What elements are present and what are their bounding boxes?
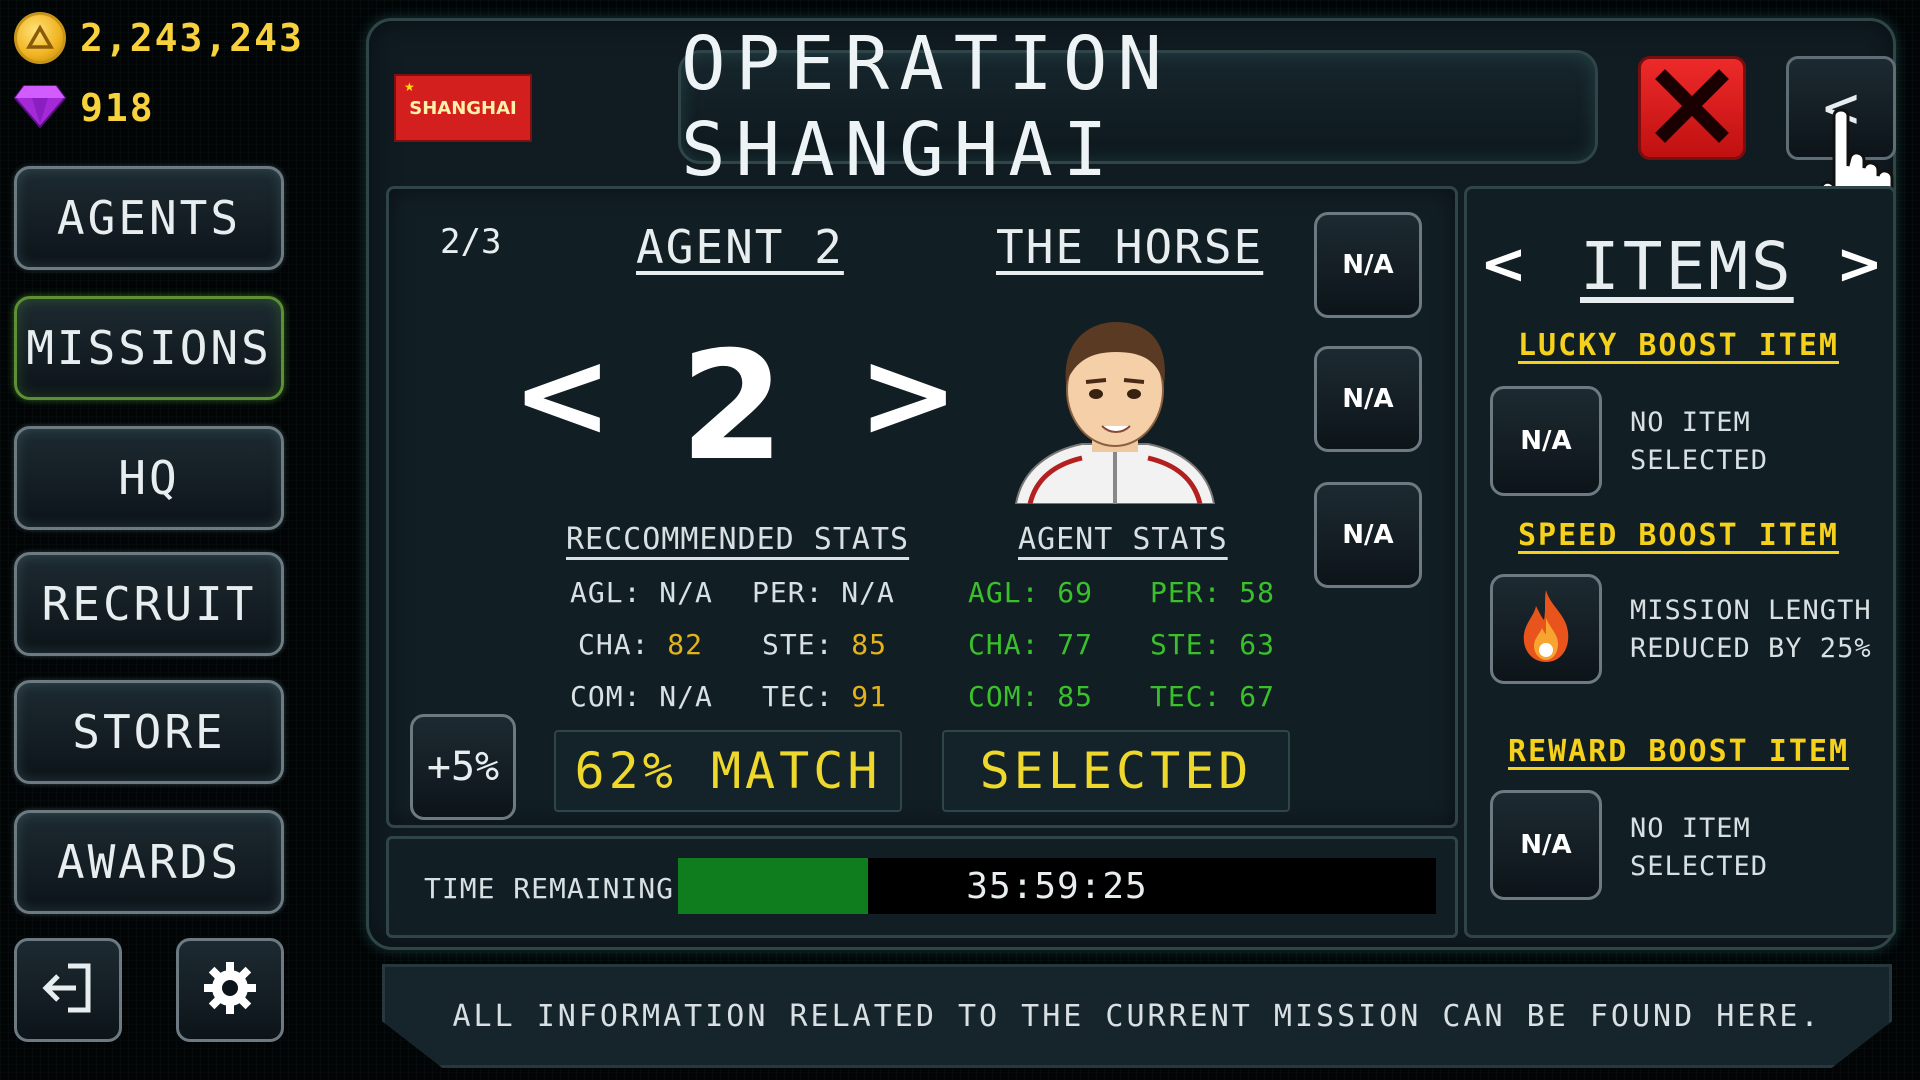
recommended-stats-heading: RECCOMMENDED STATS bbox=[566, 522, 910, 557]
rec-stat-cha: CHA: 82 bbox=[578, 628, 704, 661]
selected-button[interactable]: SELECTED bbox=[942, 730, 1290, 812]
reward-boost-slot[interactable]: N/A bbox=[1490, 790, 1602, 900]
agent-stat-tec: TEC: 67 bbox=[1150, 680, 1276, 713]
time-remaining-value: 35:59:25 bbox=[966, 865, 1148, 907]
coin-icon bbox=[14, 12, 66, 64]
flag-label: SHANGHAI bbox=[409, 97, 517, 119]
agent-stats-heading: AGENT STATS bbox=[1018, 522, 1228, 557]
agent-number: 2 bbox=[680, 320, 785, 494]
next-agent-button[interactable]: > bbox=[858, 326, 959, 465]
gear-icon bbox=[200, 958, 260, 1022]
agent-slot-3[interactable]: N/A bbox=[1314, 482, 1422, 588]
time-remaining-label: TIME REMAINING: bbox=[424, 872, 692, 905]
agent-stat-agl: AGL: 69 bbox=[968, 576, 1094, 609]
coin-counter: 2,243,243 bbox=[14, 12, 304, 64]
reward-boost-desc: NO ITEM SELECTED bbox=[1630, 813, 1769, 882]
rec-stat-tec: TEC: 91 bbox=[762, 680, 888, 713]
reward-boost-heading: REWARD BOOST ITEM bbox=[1508, 734, 1850, 769]
match-indicator: 62% MATCH bbox=[554, 730, 902, 812]
nav-awards-button[interactable]: AWARDS bbox=[14, 810, 284, 914]
items-title: ITEMS bbox=[1580, 228, 1794, 305]
flag-star-icon: ★ bbox=[404, 80, 415, 94]
lucky-boost-slot[interactable]: N/A bbox=[1490, 386, 1602, 496]
rec-stat-per: PER: N/A bbox=[752, 576, 895, 609]
agent-stat-com: COM: 85 bbox=[968, 680, 1094, 713]
agent-label: AGENT 2 bbox=[636, 220, 844, 274]
agent-stat-ste: STE: 63 bbox=[1150, 628, 1276, 661]
agent-slot-2[interactable]: N/A bbox=[1314, 346, 1422, 452]
prev-agent-button[interactable]: < bbox=[512, 326, 613, 465]
rec-stat-agl: AGL: N/A bbox=[570, 576, 713, 609]
agent-panel bbox=[386, 186, 1458, 828]
gem-amount: 918 bbox=[80, 86, 155, 130]
nav-recruit-button[interactable]: RECRUIT bbox=[14, 552, 284, 656]
close-icon bbox=[1653, 67, 1731, 149]
rec-stat-ste: STE: 85 bbox=[762, 628, 888, 661]
agent-slot-1[interactable]: N/A bbox=[1314, 212, 1422, 318]
boost-button[interactable]: +5% bbox=[410, 714, 516, 820]
agent-stat-cha: CHA: 77 bbox=[968, 628, 1094, 661]
exit-icon bbox=[38, 958, 98, 1022]
mission-flag: ★ SHANGHAI bbox=[394, 74, 532, 142]
gem-icon bbox=[13, 84, 67, 132]
nav-store-button[interactable]: STORE bbox=[14, 680, 284, 784]
agent-name: THE HORSE bbox=[996, 220, 1264, 274]
nav-missions-button[interactable]: MISSIONS bbox=[14, 296, 284, 400]
coin-amount: 2,243,243 bbox=[80, 16, 304, 60]
speed-boost-desc: MISSION LENGTH REDUCED BY 25% bbox=[1630, 595, 1872, 664]
agent-portrait bbox=[1014, 322, 1216, 504]
speed-boost-heading: SPEED BOOST ITEM bbox=[1518, 518, 1839, 553]
nav-hq-button[interactable]: HQ bbox=[14, 426, 284, 530]
items-next-button[interactable]: > bbox=[1836, 232, 1883, 297]
info-footer: ALL INFORMATION RELATED TO THE CURRENT M… bbox=[382, 964, 1892, 1068]
flame-icon bbox=[1514, 588, 1578, 671]
gem-counter: 918 bbox=[13, 84, 155, 132]
agent-count: 2/3 bbox=[440, 222, 502, 262]
exit-button[interactable] bbox=[14, 938, 122, 1042]
mission-title: OPERATION SHANGHAI bbox=[678, 21, 1598, 193]
rec-stat-com: COM: N/A bbox=[570, 680, 713, 713]
time-progress-bar: 35:59:25 bbox=[678, 858, 1436, 914]
speed-boost-slot[interactable] bbox=[1490, 574, 1602, 684]
nav-agents-button[interactable]: AGENTS bbox=[14, 166, 284, 270]
agent-stat-per: PER: 58 bbox=[1150, 576, 1276, 609]
close-button[interactable] bbox=[1638, 56, 1746, 160]
lucky-boost-desc: NO ITEM SELECTED bbox=[1630, 407, 1769, 476]
lucky-boost-heading: LUCKY BOOST ITEM bbox=[1518, 328, 1839, 363]
items-prev-button[interactable]: < bbox=[1480, 232, 1527, 297]
settings-button[interactable] bbox=[176, 938, 284, 1042]
